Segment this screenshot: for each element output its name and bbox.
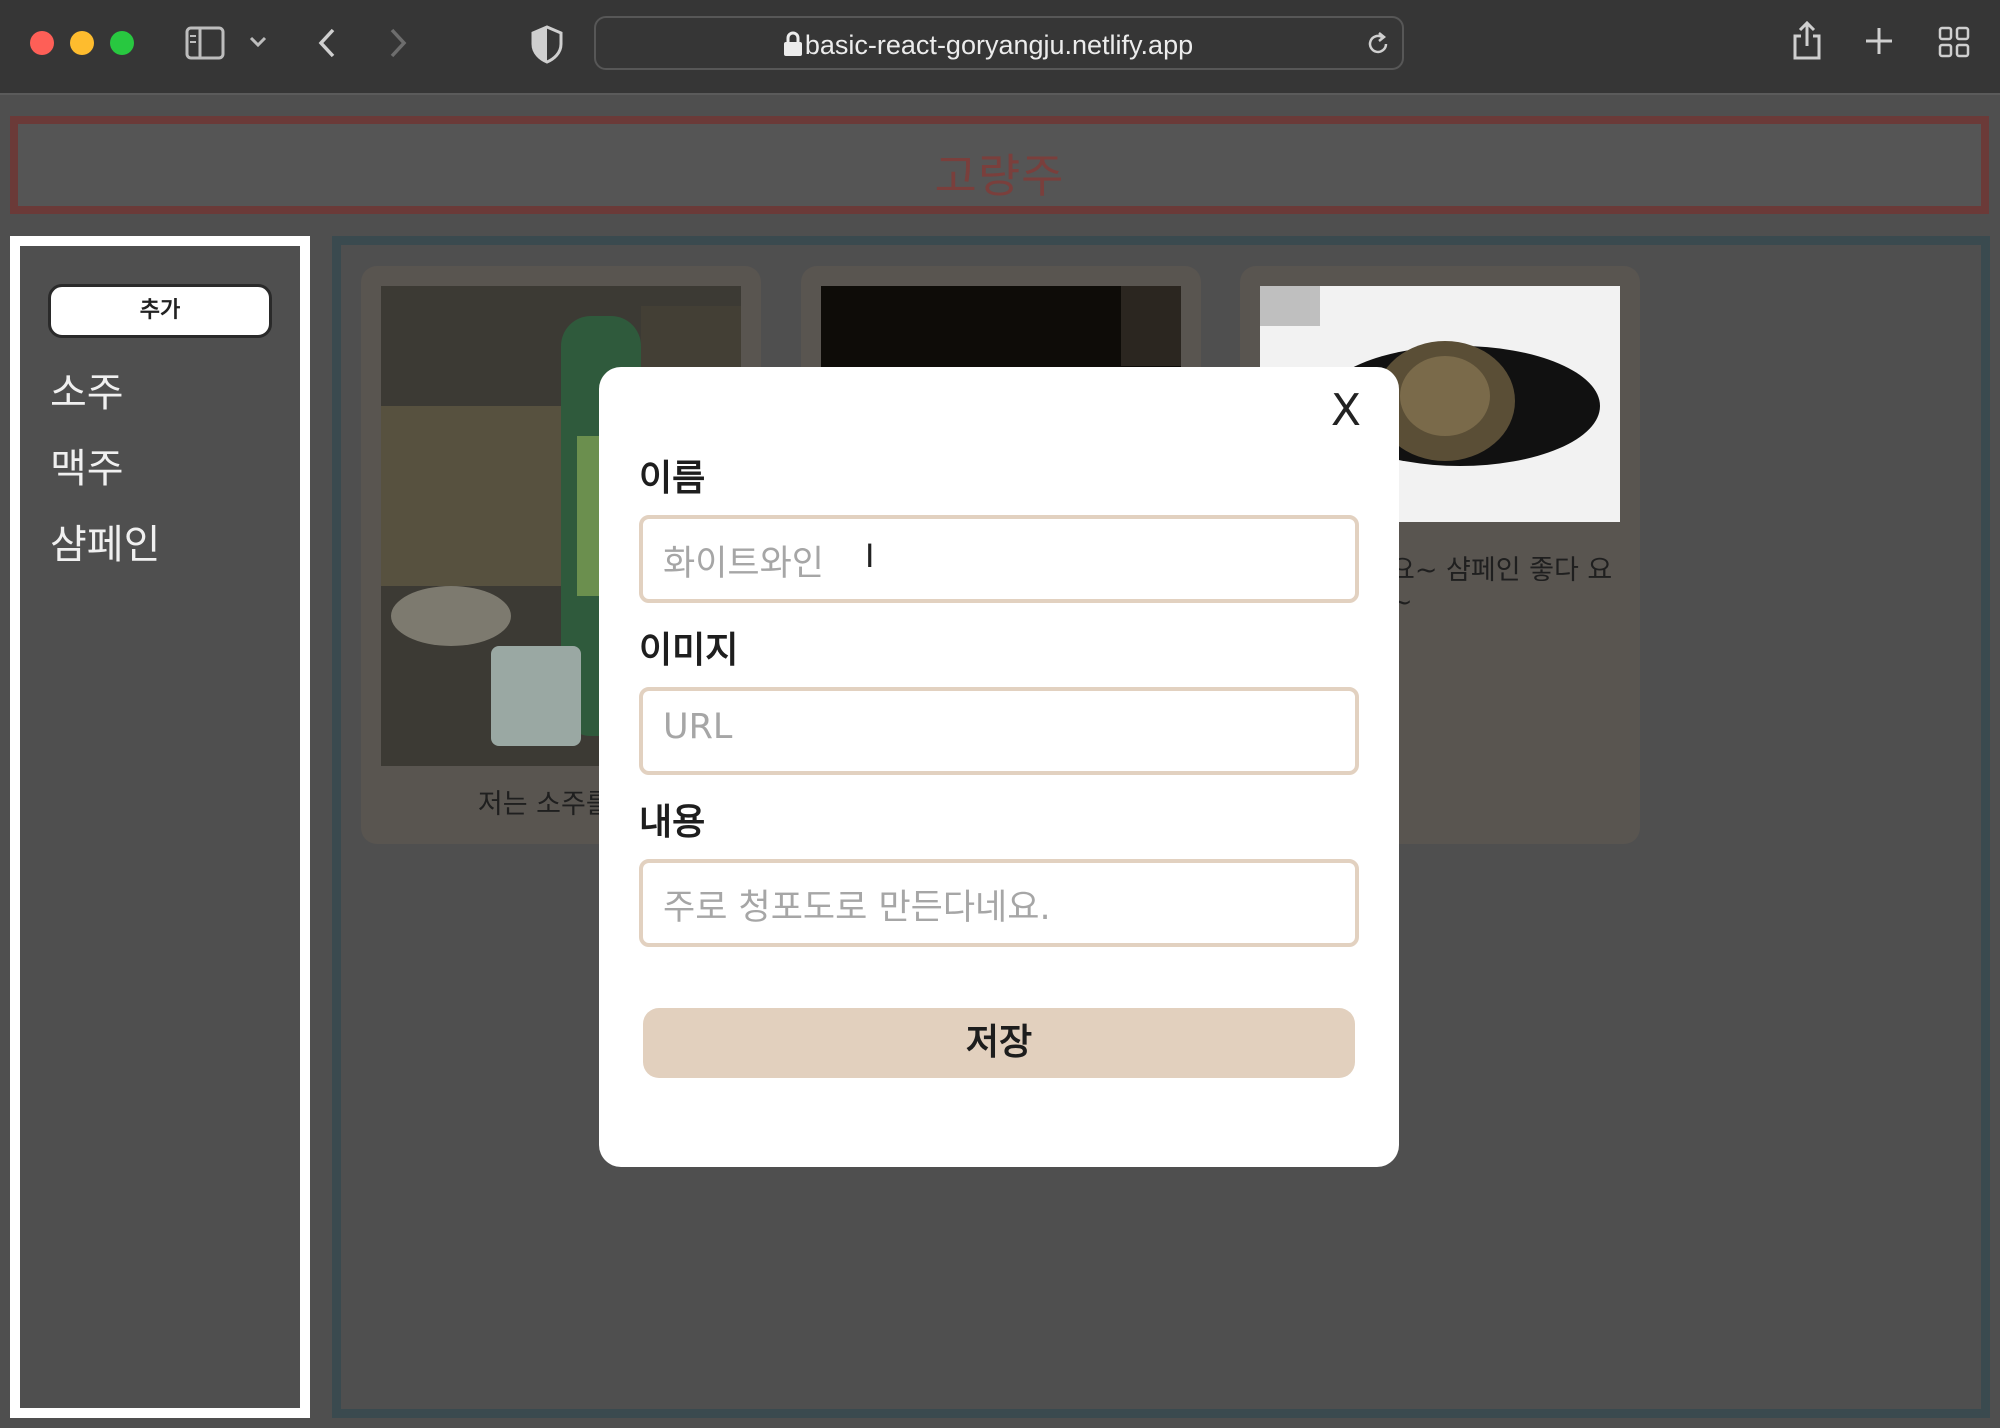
forward-icon[interactable]: [386, 24, 410, 62]
add-item-modal: X 이름 화이트와인 I 이미지 URL 내용 주로 청포도로 만든다네요. 저…: [599, 367, 1399, 1167]
content-label: 내용: [639, 802, 706, 843]
browser-toolbar: basic-react-goryangju.netlify.app: [0, 0, 2000, 95]
content-placeholder: 주로 청포도로 만든다네요.: [663, 888, 1051, 928]
shield-icon[interactable]: [530, 24, 564, 64]
address-url: basic-react-goryangju.netlify.app: [804, 30, 1194, 60]
reload-icon[interactable]: [1364, 30, 1392, 58]
content-input[interactable]: 주로 청포도로 만든다네요.: [639, 859, 1359, 947]
close-window-button[interactable]: [30, 31, 54, 55]
card-text-champagne: 요~ 샴페인 좋다 요~: [1390, 555, 1613, 618]
maximize-window-button[interactable]: [110, 31, 134, 55]
close-modal-button[interactable]: X: [1331, 385, 1361, 436]
sidebar-item-beer[interactable]: 맥주: [50, 436, 124, 494]
sidebar-item-champagne[interactable]: 샴페인: [50, 512, 160, 570]
minimize-window-button[interactable]: [70, 31, 94, 55]
sidebar-panel: 추가 소주 맥주 샴페인: [20, 246, 300, 1408]
back-icon[interactable]: [315, 24, 339, 62]
image-url-input[interactable]: URL: [639, 687, 1359, 775]
share-icon[interactable]: [1790, 20, 1824, 62]
name-label: 이름: [639, 458, 706, 499]
save-button[interactable]: 저장: [643, 1008, 1355, 1078]
image-label: 이미지: [639, 630, 739, 671]
new-tab-icon[interactable]: [1864, 26, 1894, 56]
image-placeholder: URL: [663, 707, 733, 747]
name-placeholder: 화이트와인: [663, 544, 825, 584]
address-bar[interactable]: basic-react-goryangju.netlify.app: [594, 16, 1404, 70]
name-input[interactable]: 화이트와인 I: [639, 515, 1359, 603]
page-header: 고량주: [10, 116, 1989, 214]
text-cursor-icon: I: [865, 537, 875, 575]
tab-overview-icon[interactable]: [1938, 26, 1970, 58]
sidebar: 추가 소주 맥주 샴페인: [10, 236, 310, 1418]
sidebar-toggle-icon[interactable]: [185, 24, 225, 62]
chevron-down-icon[interactable]: [248, 34, 268, 50]
page-title: 고량주: [934, 149, 1065, 203]
sidebar-item-soju[interactable]: 소주: [50, 360, 124, 418]
add-button[interactable]: 추가: [48, 284, 272, 338]
